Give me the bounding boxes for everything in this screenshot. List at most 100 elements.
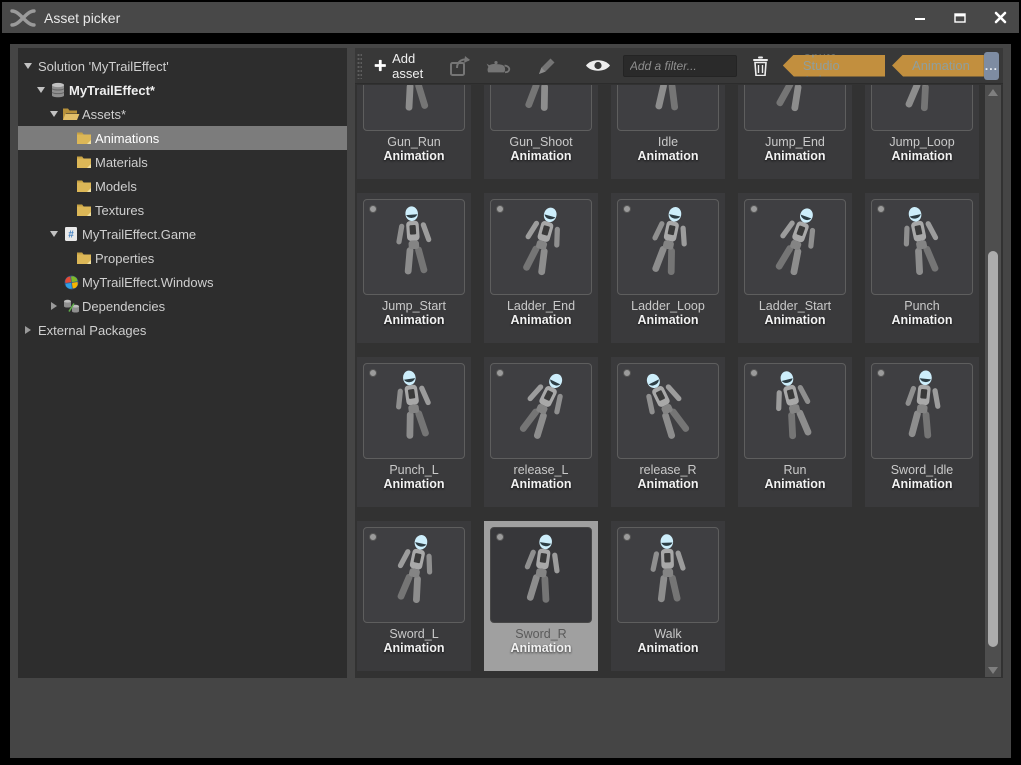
expander-down-icon[interactable] [46,111,62,117]
asset-tile-jump-loop[interactable]: Jump_LoopAnimation [865,85,979,179]
expander-down-icon[interactable] [46,231,62,237]
tree-item-animations[interactable]: Animations [18,126,347,150]
robot-figure-icon [618,528,718,622]
tree-item-assets[interactable]: Assets* [18,102,347,126]
asset-tile-sword-idle[interactable]: Sword_IdleAnimation [865,357,979,507]
tree-item-models[interactable]: Models [18,174,347,198]
scrollbar-thumb[interactable] [988,251,998,647]
filter-tag-animation[interactable]: Animation [892,55,984,77]
asset-type-label: Animation [738,477,852,491]
asset-tile-gun-shoot[interactable]: Gun_ShootAnimation [484,85,598,179]
asset-panel: Add asset [355,48,1003,678]
asset-tile-sword-r[interactable]: Sword_RAnimation [484,521,598,671]
tree-item-textures[interactable]: Textures [18,198,347,222]
tree-item-properties[interactable]: Properties [18,246,347,270]
maximize-button[interactable] [947,7,973,29]
asset-tile-run[interactable]: RunAnimation [738,357,852,507]
asset-thumbnail [490,527,592,623]
asset-type-label: Animation [357,313,471,327]
asset-tile-punch[interactable]: PunchAnimation [865,193,979,343]
tree-item-external-packages[interactable]: External Packages [18,318,347,342]
tree-item-dependencies[interactable]: Dependencies [18,294,347,318]
asset-tile-ladder-start[interactable]: Ladder_StartAnimation [738,193,852,343]
plus-icon [374,57,387,74]
svg-text:#: # [68,230,74,241]
tree-item-materials[interactable]: Materials [18,150,347,174]
asset-tile-walk[interactable]: WalkAnimation [611,521,725,671]
asset-name: release_R [611,463,725,477]
asset-tile-gun-run[interactable]: Gun_RunAnimation [357,85,471,179]
app-logo-icon [10,8,36,28]
asset-thumbnail [871,85,973,131]
asset-name: Punch [865,299,979,313]
clear-filter-button[interactable] [745,52,776,80]
expander-right-icon[interactable] [20,326,36,334]
robot-figure-icon [872,85,972,130]
tree-item-label: Solution 'MyTrailEffect' [38,59,169,74]
more-options-button[interactable]: ... [984,52,999,80]
tree-item-mytraileffect-game[interactable]: # MyTrailEffect.Game [18,222,347,246]
add-sample-button[interactable] [479,52,519,80]
import-box-icon [448,55,472,77]
tree-item-solution-mytraileffect[interactable]: Solution 'MyTrailEffect' [18,54,347,78]
asset-tile-punch-l[interactable]: Punch_LAnimation [357,357,471,507]
grid-scrollbar[interactable] [985,85,1001,677]
teapot-icon [486,56,512,76]
asset-name: Idle [611,135,725,149]
asset-tile-release-r[interactable]: release_RAnimation [611,357,725,507]
asset-type-label: Animation [865,313,979,327]
filter-input[interactable] [623,55,737,77]
filter-tag-label: Sprite Studio Ani... [803,48,871,88]
tree-item-mytraileffect-windows[interactable]: MyTrailEffect.Windows [18,270,347,294]
asset-name: Jump_Start [357,299,471,313]
asset-grid-row: Sword_LAnimationSword_RAnimationWalkAnim… [357,521,985,671]
asset-tile-sword-l[interactable]: Sword_LAnimation [357,521,471,671]
robot-figure-icon [618,200,718,294]
minimize-button[interactable] [907,7,933,29]
scroll-down-icon[interactable] [985,663,1001,677]
scroll-up-icon[interactable] [985,85,1001,99]
asset-tile-ladder-end[interactable]: Ladder_EndAnimation [484,193,598,343]
expander-right-icon[interactable] [46,302,62,310]
asset-type-label: Animation [611,477,725,491]
import-asset-button[interactable] [441,51,479,81]
tree-item-label: MyTrailEffect.Game [82,227,196,242]
add-asset-button[interactable]: Add asset [368,48,441,85]
folder-icon [75,203,93,217]
asset-tile-jump-end[interactable]: Jump_EndAnimation [738,85,852,179]
toolbar-gripper[interactable] [357,53,362,79]
asset-thumbnail [490,85,592,131]
expander-down-icon[interactable] [20,63,36,69]
tree-item-mytraileffect[interactable]: MyTrailEffect* [18,78,347,102]
filter-tag-sprite-studio[interactable]: Sprite Studio Ani... [783,55,885,77]
folder-icon [75,155,93,169]
close-button[interactable] [987,7,1013,29]
tree-item-label: Properties [95,251,154,266]
robot-figure-icon [364,200,464,294]
maximize-icon [954,12,966,24]
tree-item-label: Materials [95,155,148,170]
asset-tile-release-l[interactable]: release_LAnimation [484,357,598,507]
asset-name: Sword_L [357,627,471,641]
asset-tile-jump-start[interactable]: Jump_StartAnimation [357,193,471,343]
asset-name: Ladder_Loop [611,299,725,313]
dependencies-icon [62,299,80,314]
asset-tile-ladder-loop[interactable]: Ladder_LoopAnimation [611,193,725,343]
asset-type-label: Animation [357,477,471,491]
folder-open-icon [62,107,80,121]
asset-name: Sword_R [484,627,598,641]
asset-tile-idle[interactable]: IdleAnimation [611,85,725,179]
view-options-button[interactable] [577,53,619,78]
asset-toolbar: Add asset [355,48,1003,84]
expander-down-icon[interactable] [33,87,49,93]
asset-type-label: Animation [484,477,598,491]
asset-name: Walk [611,627,725,641]
tree-item-label: Assets* [82,107,126,122]
edit-asset-button[interactable] [529,51,565,81]
asset-thumbnail [617,199,719,295]
asset-grid: Gun_RunAnimationGun_ShootAnimationIdleAn… [355,85,985,678]
robot-figure-icon [745,85,845,130]
asset-thumbnail [490,199,592,295]
asset-type-label: Animation [484,149,598,163]
filter-tag-label: Animation [912,58,970,73]
